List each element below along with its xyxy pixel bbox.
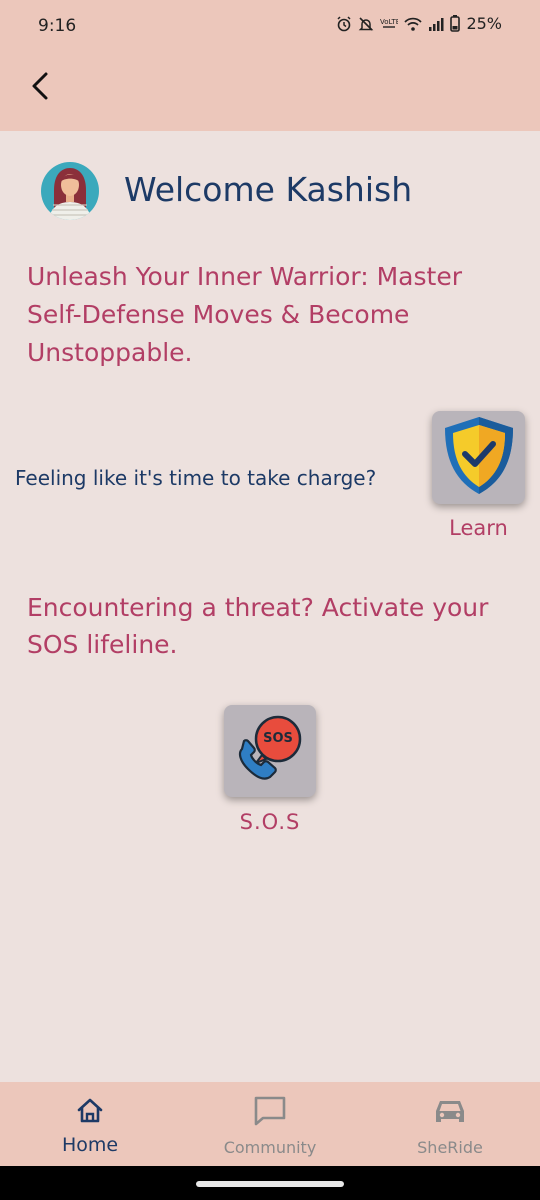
nav-label-sheride: SheRide xyxy=(417,1138,483,1157)
alarm-icon xyxy=(336,15,352,32)
svg-text:VoLTE: VoLTE xyxy=(380,18,398,26)
sos-label[interactable]: S.O.S xyxy=(220,810,320,834)
learn-prompt: Feeling like it's time to take charge? xyxy=(15,466,377,490)
status-icons: VoLTE 25% xyxy=(336,14,502,33)
shield-check-icon xyxy=(441,414,517,501)
status-time: 9:16 xyxy=(38,16,77,36)
home-gesture-handle[interactable] xyxy=(196,1181,344,1187)
car-icon xyxy=(433,1094,467,1128)
sos-badge-text: SOS xyxy=(263,731,293,746)
avatar xyxy=(40,160,100,222)
chat-bubble-icon xyxy=(253,1094,287,1128)
learn-button[interactable] xyxy=(432,411,525,504)
nav-item-sheride[interactable]: SheRide xyxy=(360,1082,540,1166)
home-icon xyxy=(73,1094,107,1128)
nav-label-community: Community xyxy=(223,1138,317,1157)
battery-percent: 25% xyxy=(466,14,502,33)
signal-icon xyxy=(428,16,444,32)
sos-phone-icon: SOS xyxy=(232,713,308,789)
back-button[interactable] xyxy=(22,68,58,108)
status-bar: 9:16 VoLTE 25% xyxy=(0,0,540,52)
app-bar xyxy=(0,52,540,131)
volte-icon: VoLTE xyxy=(380,16,398,32)
chevron-left-icon xyxy=(29,71,51,106)
learn-label[interactable]: Learn xyxy=(432,516,525,540)
headline: Unleash Your Inner Warrior: Master Self-… xyxy=(27,262,462,367)
mute-icon xyxy=(358,16,374,32)
wifi-icon xyxy=(404,16,423,32)
welcome-title: Welcome Kashish xyxy=(124,170,413,209)
bottom-nav: Home Community SheRide xyxy=(0,1082,540,1166)
gesture-bar xyxy=(0,1166,540,1200)
nav-item-community[interactable]: Community xyxy=(180,1082,360,1166)
nav-item-home[interactable]: Home xyxy=(0,1082,180,1166)
nav-label-home: Home xyxy=(61,1134,119,1156)
battery-icon xyxy=(450,15,461,32)
sos-button[interactable]: SOS xyxy=(224,705,316,797)
sos-headline: Encountering a threat? Activate your SOS… xyxy=(27,593,489,659)
